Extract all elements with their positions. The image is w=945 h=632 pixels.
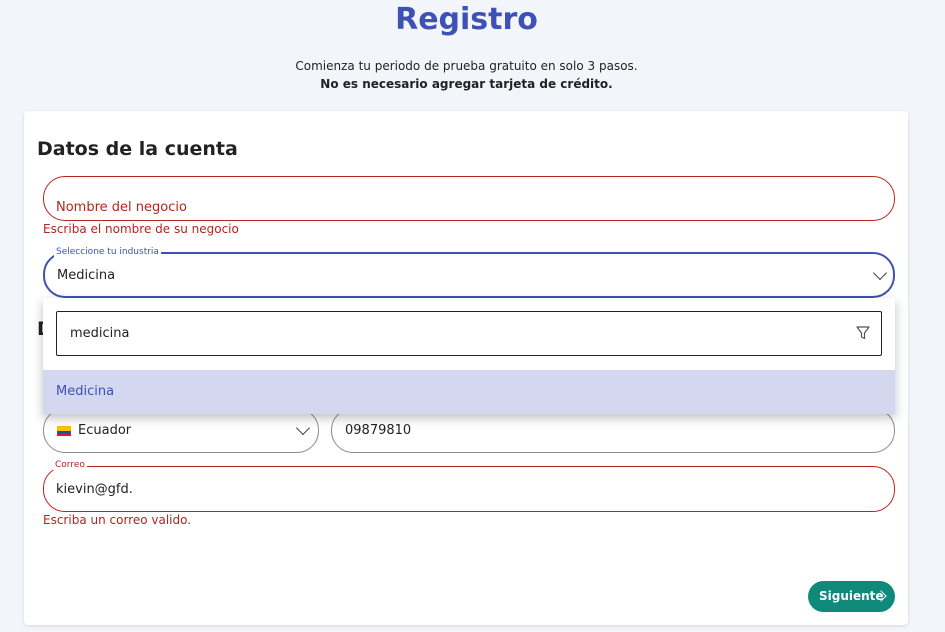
email-value: kievin@gfd. (56, 482, 133, 497)
industry-selected-value: Medicina (57, 268, 116, 283)
business-name-placeholder: Nombre del negocio (56, 200, 187, 215)
country-value: Ecuador (78, 423, 132, 438)
country-select[interactable]: Ecuador (43, 408, 319, 453)
business-name-error: Escriba el nombre de su negocio (43, 222, 239, 236)
next-button[interactable]: Siguiente (808, 581, 895, 612)
industry-select[interactable]: Seleccione tu industria Medicina (43, 247, 895, 298)
industry-filter-input[interactable]: medicina (56, 311, 882, 356)
subtitle-line-2: No es necesario agregar tarjeta de crédi… (320, 77, 613, 91)
section-title-account: Datos de la cuenta (37, 138, 238, 160)
industry-option-medicina[interactable]: Medicina (43, 370, 895, 414)
chevron-down-icon (295, 420, 311, 436)
next-button-label: Siguiente (819, 589, 884, 603)
email-error: Escriba un correo valido. (43, 513, 192, 527)
filter-icon[interactable] (855, 325, 871, 341)
subtitle: Comienza tu periodo de prueba gratuito e… (0, 57, 933, 93)
industry-dropdown-panel: medicina Medicina (43, 298, 895, 414)
page-title: Registro (395, 2, 538, 37)
chevron-down-icon (872, 265, 888, 281)
industry-float-label: Seleccione tu industria (54, 247, 161, 257)
industry-filter-value: medicina (70, 326, 130, 341)
business-name-field[interactable]: Nombre del negocio (43, 176, 895, 221)
industry-option-label: Medicina (56, 384, 115, 399)
ecuador-flag-icon (57, 426, 71, 436)
phone-value: 09879810 (345, 423, 412, 438)
subtitle-line-1: Comienza tu periodo de prueba gratuito e… (295, 59, 638, 73)
phone-input[interactable]: 09879810 (331, 408, 895, 453)
email-float-label: Correo (53, 460, 87, 470)
email-field[interactable]: Correo kievin@gfd. (43, 460, 895, 512)
